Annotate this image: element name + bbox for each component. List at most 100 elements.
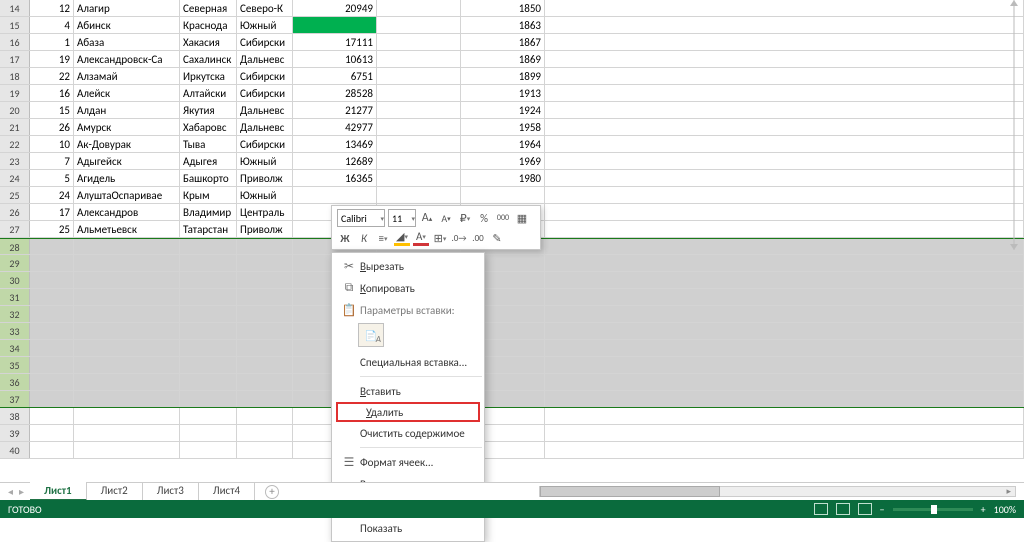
cell[interactable] bbox=[377, 136, 461, 152]
cell[interactable]: Южный bbox=[237, 153, 293, 169]
scroll-thumb[interactable] bbox=[540, 486, 720, 497]
sheet-tab[interactable]: Лист3 bbox=[143, 482, 199, 501]
zoom-slider[interactable] bbox=[893, 508, 973, 511]
cell[interactable]: Абаза bbox=[74, 34, 180, 50]
row-header[interactable]: 32 bbox=[0, 306, 30, 322]
cell[interactable] bbox=[545, 17, 1024, 33]
cell[interactable]: Северо-К bbox=[237, 0, 293, 16]
row-header[interactable]: 29 bbox=[0, 255, 30, 271]
cell[interactable]: Владимир bbox=[180, 204, 237, 220]
cell[interactable]: Якутия bbox=[180, 102, 237, 118]
table-row-selected[interactable]: 34 bbox=[0, 340, 1024, 357]
table-row[interactable]: 38 bbox=[0, 408, 1024, 425]
cell[interactable]: 20949 bbox=[293, 0, 377, 16]
cell[interactable]: 22 bbox=[30, 68, 74, 84]
cell[interactable] bbox=[461, 187, 545, 203]
cell[interactable]: Сибирски bbox=[237, 68, 293, 84]
table-row[interactable]: 18 22 Алзамай Иркутска Сибирски 6751 189… bbox=[0, 68, 1024, 85]
row-header[interactable]: 26 bbox=[0, 204, 30, 220]
row-header[interactable]: 31 bbox=[0, 289, 30, 305]
cell[interactable]: 4 bbox=[30, 17, 74, 33]
cell[interactable]: 1924 bbox=[461, 102, 545, 118]
table-row[interactable]: 14 12 Алагир Северная Северо-К 20949 185… bbox=[0, 0, 1024, 17]
cell[interactable]: 25 bbox=[30, 221, 74, 237]
table-row[interactable]: 23 7 Адыгейск Адыгея Южный 12689 1969 bbox=[0, 153, 1024, 170]
row-header[interactable]: 16 bbox=[0, 34, 30, 50]
cell[interactable] bbox=[377, 85, 461, 101]
row-header[interactable]: 18 bbox=[0, 68, 30, 84]
cell[interactable]: Агидель bbox=[74, 170, 180, 186]
table-row[interactable]: 40 bbox=[0, 442, 1024, 459]
cell[interactable]: Южный bbox=[237, 17, 293, 33]
cell[interactable]: Амурск bbox=[74, 119, 180, 135]
ctx-format-cells[interactable]: ☰Формат ячеек... bbox=[332, 451, 484, 473]
ctx-cut[interactable]: ✂Вырезать bbox=[332, 255, 484, 277]
percent-button[interactable]: % bbox=[476, 210, 492, 226]
cell[interactable]: 12689 bbox=[293, 153, 377, 169]
cell[interactable]: Приволж bbox=[237, 221, 293, 237]
cell[interactable]: 1869 bbox=[461, 51, 545, 67]
font-size-select[interactable]: 11▾ bbox=[388, 209, 416, 227]
borders-button[interactable]: ⊞▾ bbox=[432, 230, 448, 246]
cell[interactable]: Дальневс bbox=[237, 51, 293, 67]
cell[interactable]: Татарстан bbox=[180, 221, 237, 237]
cell[interactable]: 17111 bbox=[293, 34, 377, 50]
table-row[interactable]: 16 1 Абаза Хакасия Сибирски 17111 1867 bbox=[0, 34, 1024, 51]
cell[interactable]: Башкорто bbox=[180, 170, 237, 186]
cell[interactable] bbox=[377, 102, 461, 118]
row-header[interactable]: 38 bbox=[0, 408, 30, 424]
row-header[interactable]: 20 bbox=[0, 102, 30, 118]
cell[interactable] bbox=[377, 170, 461, 186]
cell[interactable]: 1899 bbox=[461, 68, 545, 84]
table-row[interactable]: 20 15 Алдан Якутия Дальневс 21277 1924 bbox=[0, 102, 1024, 119]
ctx-insert[interactable]: Вставить bbox=[332, 380, 484, 402]
cell[interactable]: Адыгейск bbox=[74, 153, 180, 169]
row-header[interactable]: 22 bbox=[0, 136, 30, 152]
cell[interactable]: Сибирски bbox=[237, 85, 293, 101]
zoom-in-button[interactable]: + bbox=[981, 503, 986, 516]
cell[interactable] bbox=[377, 68, 461, 84]
view-normal-button[interactable] bbox=[814, 503, 828, 515]
cell[interactable]: 21277 bbox=[293, 102, 377, 118]
cell[interactable]: Дальневс bbox=[237, 119, 293, 135]
table-row[interactable]: 21 26 Амурск Хабаровс Дальневс 42977 195… bbox=[0, 119, 1024, 136]
tab-nav-next[interactable]: ▸ bbox=[19, 485, 24, 498]
cell[interactable]: 26 bbox=[30, 119, 74, 135]
ctx-copy[interactable]: ⧉Копировать bbox=[332, 277, 484, 299]
cell[interactable]: Тыва bbox=[180, 136, 237, 152]
view-break-button[interactable] bbox=[858, 503, 872, 515]
row-header[interactable]: 30 bbox=[0, 272, 30, 288]
cell[interactable]: Централь bbox=[237, 204, 293, 220]
cell[interactable]: Александров bbox=[74, 204, 180, 220]
cell[interactable]: Краснода bbox=[180, 17, 237, 33]
cell[interactable] bbox=[377, 34, 461, 50]
row-header[interactable]: 28 bbox=[0, 239, 30, 254]
increase-decimal-button[interactable]: .0→ bbox=[451, 230, 467, 246]
cell[interactable]: 1913 bbox=[461, 85, 545, 101]
cell[interactable]: 42977 bbox=[293, 119, 377, 135]
cell[interactable]: 1863 bbox=[461, 17, 545, 33]
cell[interactable] bbox=[545, 204, 1024, 220]
currency-button[interactable]: ₽▾ bbox=[457, 210, 473, 226]
cell[interactable] bbox=[545, 153, 1024, 169]
cell[interactable] bbox=[545, 170, 1024, 186]
table-row-selected[interactable]: 36 bbox=[0, 374, 1024, 391]
row-header[interactable]: 21 bbox=[0, 119, 30, 135]
cell[interactable]: Дальневс bbox=[237, 102, 293, 118]
cell[interactable]: Иркутска bbox=[180, 68, 237, 84]
paste-option-values[interactable]: 📄A bbox=[358, 323, 384, 347]
cell[interactable]: 12 bbox=[30, 0, 74, 16]
italic-button[interactable]: К bbox=[356, 230, 372, 246]
cell[interactable] bbox=[377, 17, 461, 33]
cell[interactable]: 19 bbox=[30, 51, 74, 67]
cell[interactable]: 24 bbox=[30, 187, 74, 203]
cell[interactable] bbox=[377, 187, 461, 203]
cell[interactable]: 17 bbox=[30, 204, 74, 220]
row-header[interactable]: 36 bbox=[0, 374, 30, 390]
table-row-selected[interactable]: 29 bbox=[0, 255, 1024, 272]
cell[interactable]: Алагир bbox=[74, 0, 180, 16]
cell[interactable]: Сибирски bbox=[237, 136, 293, 152]
cell[interactable]: 16 bbox=[30, 85, 74, 101]
sheet-tab[interactable]: Лист1 bbox=[30, 482, 87, 501]
cell[interactable]: 7 bbox=[30, 153, 74, 169]
